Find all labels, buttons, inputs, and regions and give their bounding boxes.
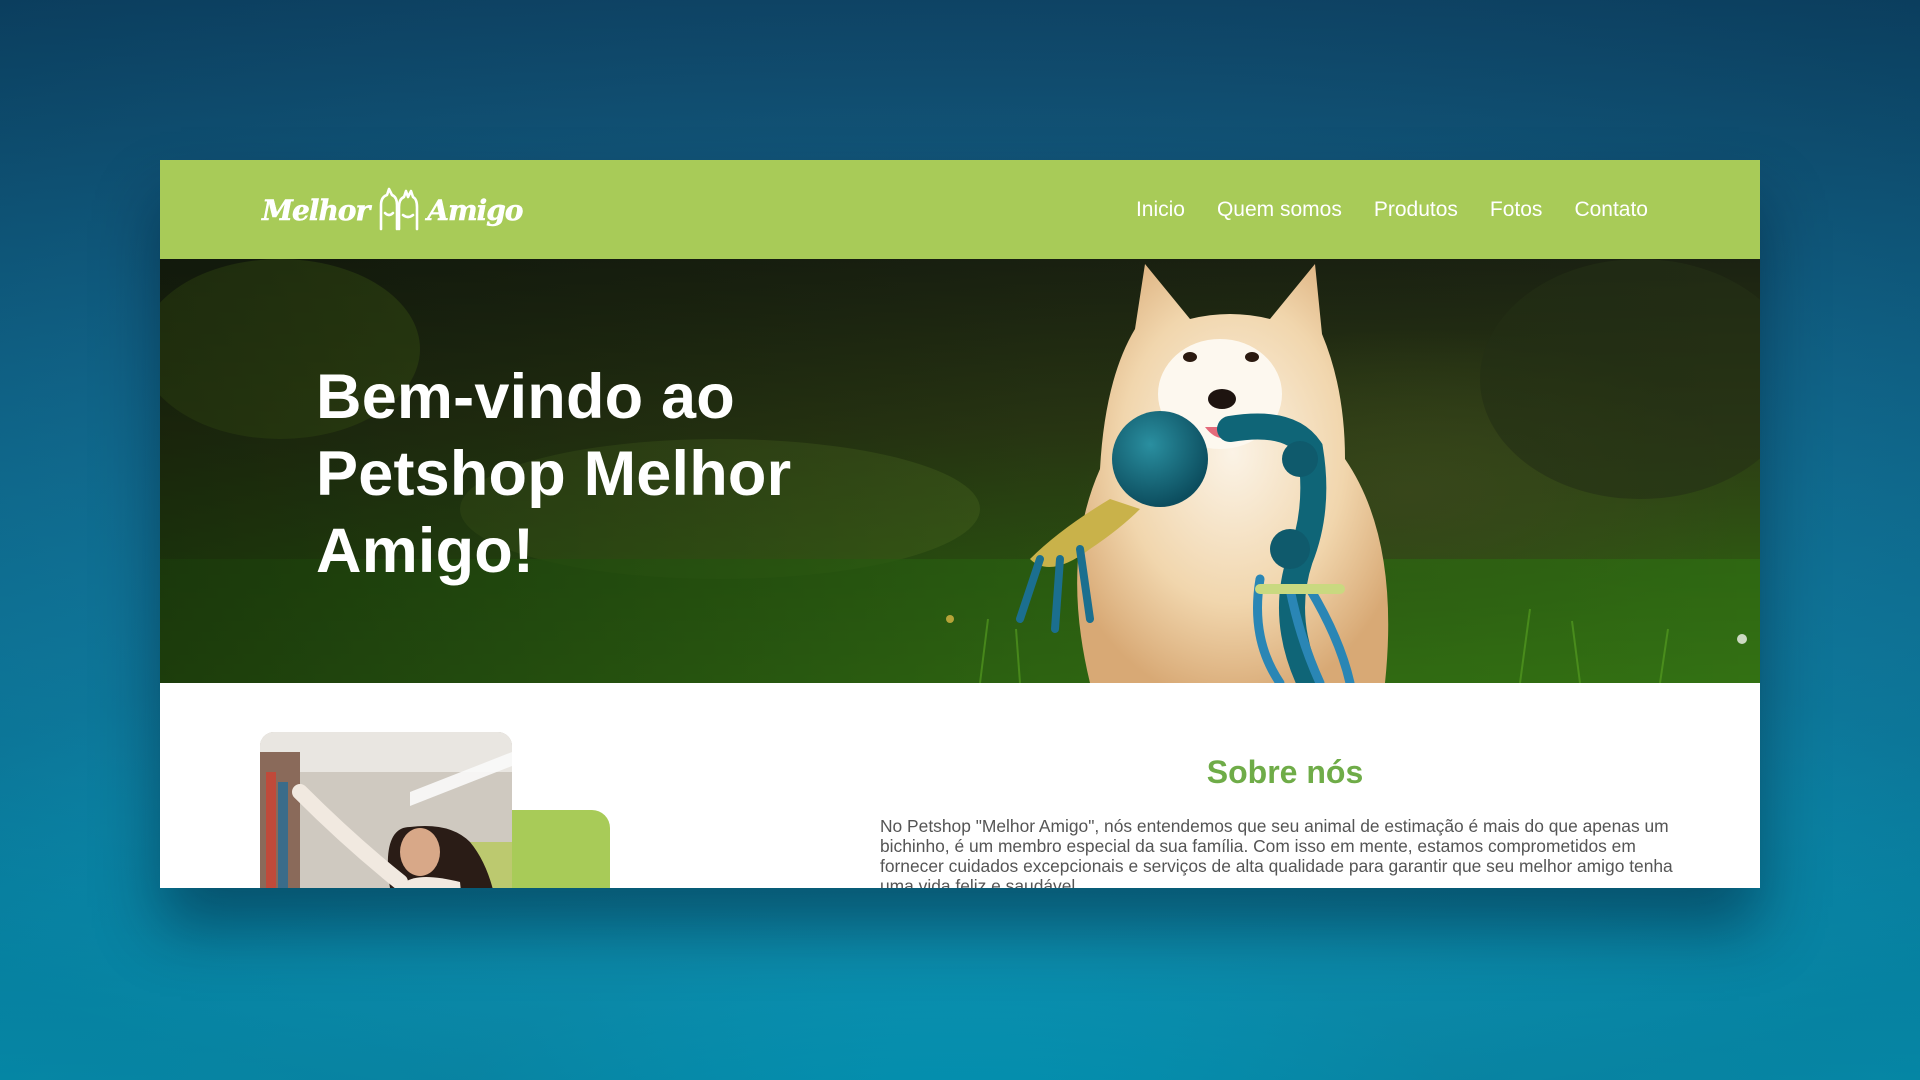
nav-item-inicio[interactable]: Inicio [1136, 198, 1185, 222]
hero-title: Bem-vindo ao Petshop Melhor Amigo! [316, 362, 792, 586]
site-header: Melhor Amigo Inicio Quem somos Produtos … [160, 160, 1760, 259]
about-section: Sobre nós No Petshop "Melhor Amigo", nós… [880, 752, 1690, 888]
nav-item-quem-somos[interactable]: Quem somos [1217, 198, 1342, 222]
main-nav: Inicio Quem somos Produtos Fotos Contato [1136, 160, 1648, 259]
dog-cat-logo-icon [379, 187, 419, 231]
nav-item-contato[interactable]: Contato [1574, 198, 1648, 222]
logo-text-left: Melhor [262, 193, 371, 227]
logo[interactable]: Melhor Amigo [262, 180, 524, 240]
about-photo [260, 732, 512, 888]
website-frame: Melhor Amigo Inicio Quem somos Produtos … [160, 160, 1760, 888]
nav-item-produtos[interactable]: Produtos [1374, 198, 1458, 222]
logo-text-right: Amigo [427, 193, 524, 227]
hero-banner: Bem-vindo ao Petshop Melhor Amigo! [160, 259, 1760, 683]
about-text: No Petshop "Melhor Amigo", nós entendemo… [880, 816, 1673, 888]
nav-item-fotos[interactable]: Fotos [1490, 198, 1543, 222]
woman-with-dog-image [260, 732, 512, 888]
about-title: Sobre nós [1206, 754, 1364, 790]
